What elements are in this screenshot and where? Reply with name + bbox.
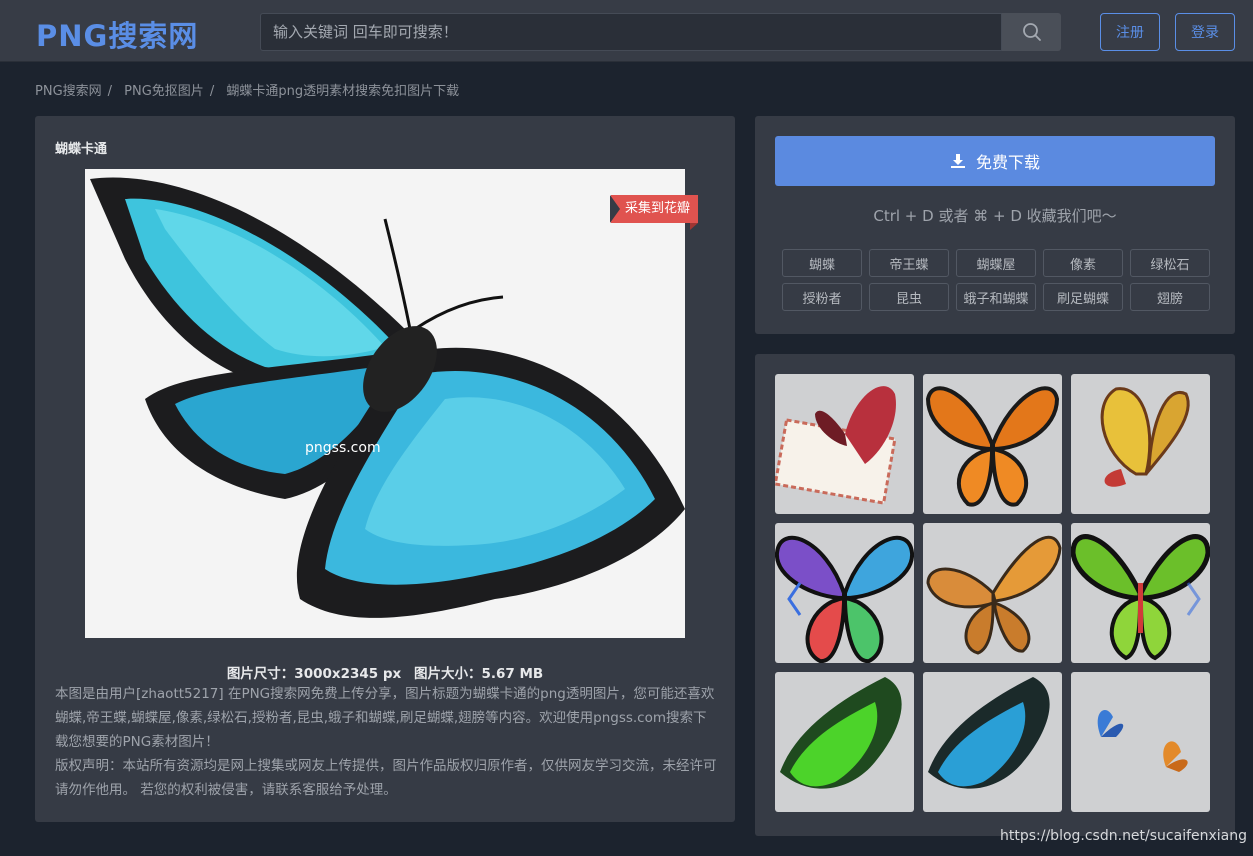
login-button[interactable]: 登录 bbox=[1175, 13, 1235, 51]
register-button[interactable]: 注册 bbox=[1100, 13, 1160, 51]
related-thumb[interactable] bbox=[923, 672, 1062, 812]
breadcrumb-separator: / bbox=[209, 84, 215, 99]
tag-item[interactable]: 像素 bbox=[1043, 249, 1123, 277]
related-thumb[interactable] bbox=[775, 374, 914, 514]
breadcrumb-category[interactable]: PNG免抠图片 bbox=[124, 84, 204, 99]
related-thumbnails bbox=[775, 374, 1210, 812]
tag-item[interactable]: 刷足蝴蝶 bbox=[1043, 283, 1123, 311]
tag-item[interactable]: 蝴蝶 bbox=[782, 249, 862, 277]
carousel-prev-icon[interactable] bbox=[785, 579, 805, 619]
related-images-panel bbox=[755, 354, 1235, 836]
related-thumb[interactable] bbox=[923, 523, 1062, 663]
related-thumb[interactable] bbox=[923, 374, 1062, 514]
breadcrumb-current[interactable]: 蝴蝶卡通png透明素材搜索免扣图片下载 bbox=[226, 84, 459, 99]
copyright-text: 版权声明：本站所有资源均是网上搜集或网友上传提供，图片作品版权归原作者，仅供网友… bbox=[55, 758, 717, 798]
download-icon bbox=[950, 154, 965, 168]
image-detail-panel: 蝴蝶卡通 pngss.com 采集到花瓣 图片尺寸：3000x2345 px 图… bbox=[35, 116, 735, 822]
tag-item[interactable]: 翅膀 bbox=[1130, 283, 1210, 311]
search-icon bbox=[1022, 23, 1041, 41]
image-meta: 图片尺寸：3000x2345 px 图片大小：5.67 MB bbox=[35, 662, 735, 682]
breadcrumb-home[interactable]: PNG搜索网 bbox=[35, 84, 102, 99]
download-panel: 免费下载 Ctrl + D 或者 ⌘ + D 收藏我们吧～ 蝴蝶 帝王蝶 蝴蝶屋… bbox=[755, 116, 1235, 334]
tag-list: 蝴蝶 帝王蝶 蝴蝶屋 像素 绿松石 授粉者 昆虫 蛾子和蝴蝶 刷足蝴蝶 翅膀 bbox=[782, 249, 1212, 311]
related-thumb[interactable] bbox=[1071, 374, 1210, 514]
carousel-next-icon[interactable] bbox=[1183, 579, 1203, 619]
download-label: 免费下载 bbox=[975, 153, 1040, 172]
related-thumb[interactable] bbox=[1071, 672, 1210, 812]
source-watermark: https://blog.csdn.net/sucaifenxiang bbox=[1000, 828, 1248, 844]
search-button[interactable] bbox=[1002, 13, 1061, 51]
search-input[interactable]: 输入关键词 回车即可搜索！ bbox=[260, 13, 1002, 51]
breadcrumb: PNG搜索网 / PNG免抠图片 / 蝴蝶卡通png透明素材搜索免扣图片下载 bbox=[35, 80, 465, 99]
main-butterfly-image[interactable]: pngss.com bbox=[85, 169, 685, 638]
related-thumb[interactable] bbox=[775, 672, 914, 812]
top-header: PNG搜索网 输入关键词 回车即可搜索！ 注册 登录 bbox=[0, 0, 1253, 62]
breadcrumb-separator: / bbox=[107, 84, 113, 99]
tag-item[interactable]: 昆虫 bbox=[869, 283, 949, 311]
image-watermark: pngss.com bbox=[305, 440, 381, 456]
image-title: 蝴蝶卡通 bbox=[55, 142, 108, 157]
tag-item[interactable]: 授粉者 bbox=[782, 283, 862, 311]
tag-item[interactable]: 蝴蝶屋 bbox=[956, 249, 1036, 277]
bookmark-tip: Ctrl + D 或者 ⌘ + D 收藏我们吧～ bbox=[873, 207, 1117, 225]
image-description: 本图是由用户[zhaott5217] 在PNG搜索网免费上传分享，图片标题为蝴蝶… bbox=[55, 682, 719, 802]
butterfly-illustration: pngss.com bbox=[90, 177, 685, 618]
tag-item[interactable]: 蛾子和蝴蝶 bbox=[956, 283, 1036, 311]
collect-to-huaban-button[interactable]: 采集到花瓣 bbox=[609, 195, 699, 230]
image-dimensions: 图片尺寸：3000x2345 px bbox=[226, 666, 402, 682]
free-download-button[interactable]: 免费下载 bbox=[775, 136, 1215, 186]
description-text: 本图是由用户[zhaott5217] 在PNG搜索网免费上传分享，图片标题为蝴蝶… bbox=[55, 686, 715, 750]
tag-item[interactable]: 帝王蝶 bbox=[869, 249, 949, 277]
image-filesize: 图片大小：5.67 MB bbox=[413, 666, 544, 682]
tag-item[interactable]: 绿松石 bbox=[1130, 249, 1210, 277]
site-logo[interactable]: PNG搜索网 bbox=[36, 13, 198, 55]
